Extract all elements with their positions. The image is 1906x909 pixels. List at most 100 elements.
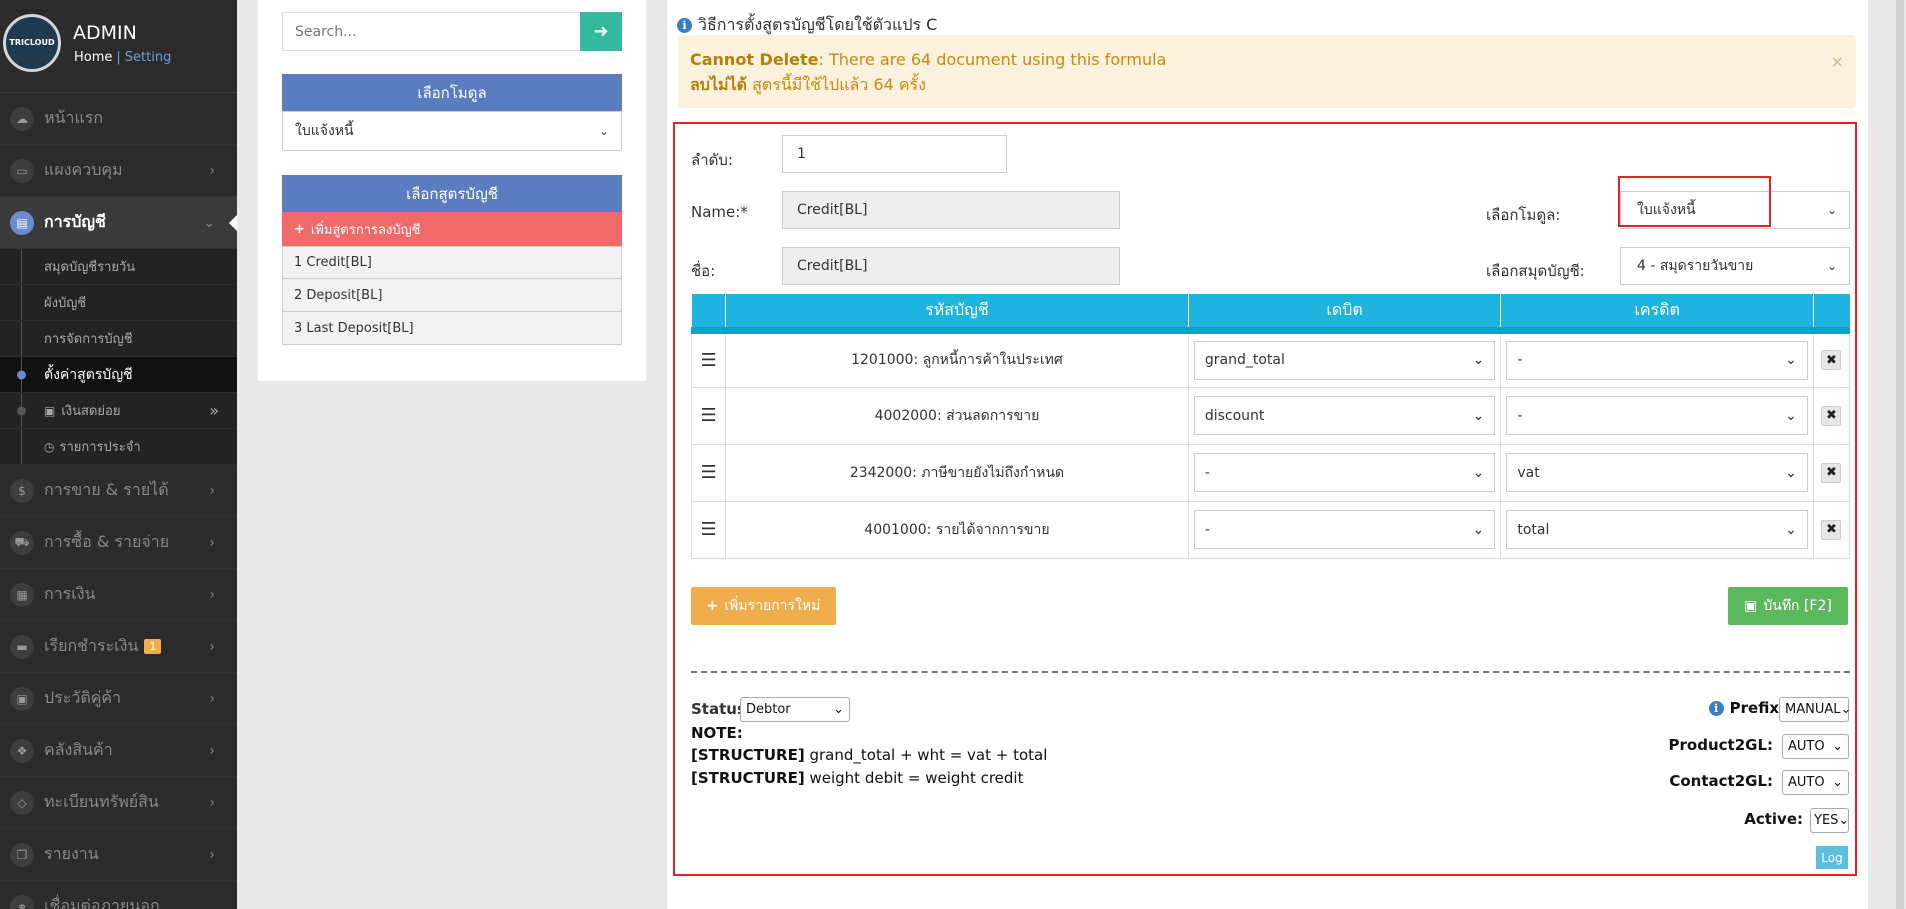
sub-item-account-management[interactable]: การจัดการบัญชี xyxy=(0,321,237,357)
nav-item-partial[interactable]: ⚭ เชื่อมต่อภายนอก xyxy=(0,881,237,909)
sub-item-daily-journal[interactable]: สมุดบัญชีรายวัน xyxy=(0,249,237,285)
credit-select[interactable]: - ⌄ xyxy=(1506,340,1808,380)
sub-item-account-formula[interactable]: ตั้งค่าสูตรบัญชี xyxy=(0,357,237,393)
table-row: ☰ 4002000: ส่วนลดการขาย discount ⌄ - ⌄ ✖ xyxy=(690,386,1851,445)
product2gl-select[interactable]: AUTO ⌄ xyxy=(1782,734,1849,759)
log-button[interactable]: Log xyxy=(1816,846,1848,869)
credit-select[interactable]: total ⌄ xyxy=(1506,510,1808,549)
journal-label: เลือกสมุดบัญชี: xyxy=(1486,262,1585,280)
cubes-icon: ❖ xyxy=(10,738,34,763)
formula-editor: i วิธีการตั้งสูตรบัญชีโดยใช้ตัวแปร C Cann… xyxy=(667,0,1868,909)
plus-icon: + xyxy=(294,221,305,237)
active-label: Active: xyxy=(1744,810,1803,828)
save-button[interactable]: ▣ บันทึก [F2] xyxy=(1728,587,1848,625)
list-item[interactable]: 1 Credit[BL] xyxy=(282,246,622,279)
drag-handle-icon[interactable]: ☰ xyxy=(690,443,727,502)
nav-item-purchase[interactable]: ⛟ การซื้อ & รายจ่าย › xyxy=(0,517,237,569)
sub-item-recurring[interactable]: ◷ รายการประจำ xyxy=(0,429,237,465)
debit-select[interactable]: grand_total ⌄ xyxy=(1193,340,1496,380)
order-input[interactable]: 1 xyxy=(782,135,1007,173)
account-cell: 1201000: ลูกหนี้การค้าในประเทศ xyxy=(725,329,1189,388)
debit-select[interactable]: discount ⌄ xyxy=(1193,396,1496,435)
table-row: ☰ 4001000: รายได้จากการขาย - ⌄ total ⌄ ✖ xyxy=(690,500,1851,559)
credit-cell: vat ⌄ xyxy=(1500,443,1814,502)
nav-item-accounting[interactable]: ▤ การบัญชี ⌄ xyxy=(0,197,237,249)
credit-cell: total ⌄ xyxy=(1500,500,1814,559)
nav-item-assets[interactable]: ◇ ทะเบียนทรัพย์สิน › xyxy=(0,777,237,829)
drag-handle-icon[interactable]: ☰ xyxy=(690,329,727,388)
drag-handle-icon[interactable]: ☰ xyxy=(690,500,727,559)
chevron-down-icon: ⌄ xyxy=(598,124,609,138)
active-select[interactable]: YES ⌄ xyxy=(1810,808,1849,833)
info-icon[interactable]: i xyxy=(1708,700,1724,716)
sub-item-petty-cash[interactable]: ▣ เงินสดย่อย» xyxy=(0,393,237,429)
chevron-down-icon: ⌄ xyxy=(1472,464,1485,481)
credit-select[interactable]: vat ⌄ xyxy=(1506,453,1808,492)
credit-select[interactable]: - ⌄ xyxy=(1506,396,1808,435)
module-select[interactable]: ใบแจ้งหนี้ ⌄ xyxy=(282,111,622,151)
search-input[interactable] xyxy=(282,12,580,51)
chevron-down-icon: ⌄ xyxy=(1472,352,1485,368)
setting-link[interactable]: Setting xyxy=(125,50,172,65)
nav-item-dashboard[interactable]: ▭ แผงควบคุม › xyxy=(0,145,237,197)
nav-item-billing[interactable]: ▬ เรียกชำระเงิน 1 › xyxy=(0,621,237,673)
diamond-icon: ◇ xyxy=(10,790,34,815)
list-item[interactable]: 3 Last Deposit[BL] xyxy=(282,312,622,345)
debit-cell: - ⌄ xyxy=(1187,500,1502,559)
floppy-icon: ▣ xyxy=(1744,598,1758,614)
chevron-right-icon: › xyxy=(209,162,215,179)
billing-badge: 1 xyxy=(144,639,162,654)
delete-cell: ✖ xyxy=(1812,329,1851,388)
contact-icon: ▣ xyxy=(10,686,34,711)
main-nav-continued: $ การขาย & รายได้ › ⛟ การซื้อ & รายจ่าย › ▦ ก… xyxy=(0,465,237,909)
thai-name-input[interactable]: Credit[BL] xyxy=(782,247,1120,285)
add-row-button[interactable]: + เพิ่มรายการใหม่ xyxy=(691,587,836,625)
profile-links: Home | Setting xyxy=(74,50,171,65)
table-row: ☰ 2342000: ภาษีขายยังไม่ถึงกำหนด - ⌄ vat ⌄… xyxy=(690,443,1851,502)
divider xyxy=(691,671,1850,673)
close-icon[interactable]: × xyxy=(1831,49,1844,74)
scrollbar-thumb[interactable] xyxy=(1896,0,1904,909)
debit-select[interactable]: - ⌄ xyxy=(1193,510,1496,549)
nav-item-sales[interactable]: $ การขาย & รายได้ › xyxy=(0,465,237,517)
delete-row-button[interactable]: ✖ xyxy=(1821,462,1842,483)
nav-item-finance[interactable]: ▦ การเงิน › xyxy=(0,569,237,621)
nav-item-contacts[interactable]: ▣ ประวัติคู่ค้า › xyxy=(0,673,237,725)
delete-row-button[interactable]: ✖ xyxy=(1821,405,1842,426)
nav-item-inventory[interactable]: ❖ คลังสินค้า › xyxy=(0,725,237,777)
plus-icon: + xyxy=(706,598,719,614)
link-separator: | xyxy=(116,50,121,65)
status-select[interactable]: Debtor ⌄ xyxy=(740,697,850,722)
sub-item-chart-of-accounts[interactable]: ผังบัญชี xyxy=(0,285,237,321)
module-label: เลือกโมดูล: xyxy=(1486,206,1561,224)
nav-item-reports[interactable]: ❐ รายงาน › xyxy=(0,829,237,881)
chevron-right-icon: › xyxy=(209,690,215,707)
formula-header: เลือกสูตรบัญชี xyxy=(282,175,622,212)
chevron-right-icon: › xyxy=(209,534,215,551)
chevron-down-icon: ⌄ xyxy=(1472,407,1485,424)
list-item[interactable]: 2 Deposit[BL] xyxy=(282,279,622,312)
drag-handle-icon[interactable]: ☰ xyxy=(690,386,727,445)
scrollbar[interactable] xyxy=(1868,0,1906,909)
chevron-down-icon: ⌄ xyxy=(203,214,215,231)
home-link[interactable]: Home xyxy=(74,50,112,65)
add-formula-button[interactable]: + เพิ่มสูตรการลงบัญชี xyxy=(282,212,622,246)
prefix-select[interactable]: MANUAL ⌄ xyxy=(1779,697,1851,722)
debit-select[interactable]: - ⌄ xyxy=(1193,453,1496,492)
module-header: เลือกโมดูล xyxy=(282,74,622,111)
nav-item-home[interactable]: ☁ หน้าแรก xyxy=(0,93,237,145)
delete-cell: ✖ xyxy=(1812,443,1851,502)
delete-row-button[interactable]: ✖ xyxy=(1821,350,1842,370)
avatar[interactable]: TRICLOUD xyxy=(3,14,61,72)
name-label: Name:* xyxy=(691,203,748,221)
name-input[interactable]: Credit[BL] xyxy=(782,191,1120,229)
copy-icon: ❐ xyxy=(10,842,34,867)
chevron-down-icon: ⌄ xyxy=(1838,813,1850,828)
search-button[interactable]: ➜ xyxy=(580,12,622,51)
double-chevron-icon: » xyxy=(209,401,219,420)
journal-select[interactable]: 4 - สมุดรายวันขาย ⌄ xyxy=(1620,247,1850,285)
chevron-down-icon: ⌄ xyxy=(1472,521,1485,538)
contact2gl-select[interactable]: AUTO ⌄ xyxy=(1782,770,1849,795)
book-icon: ▤ xyxy=(10,210,34,235)
delete-row-button[interactable]: ✖ xyxy=(1821,519,1842,540)
